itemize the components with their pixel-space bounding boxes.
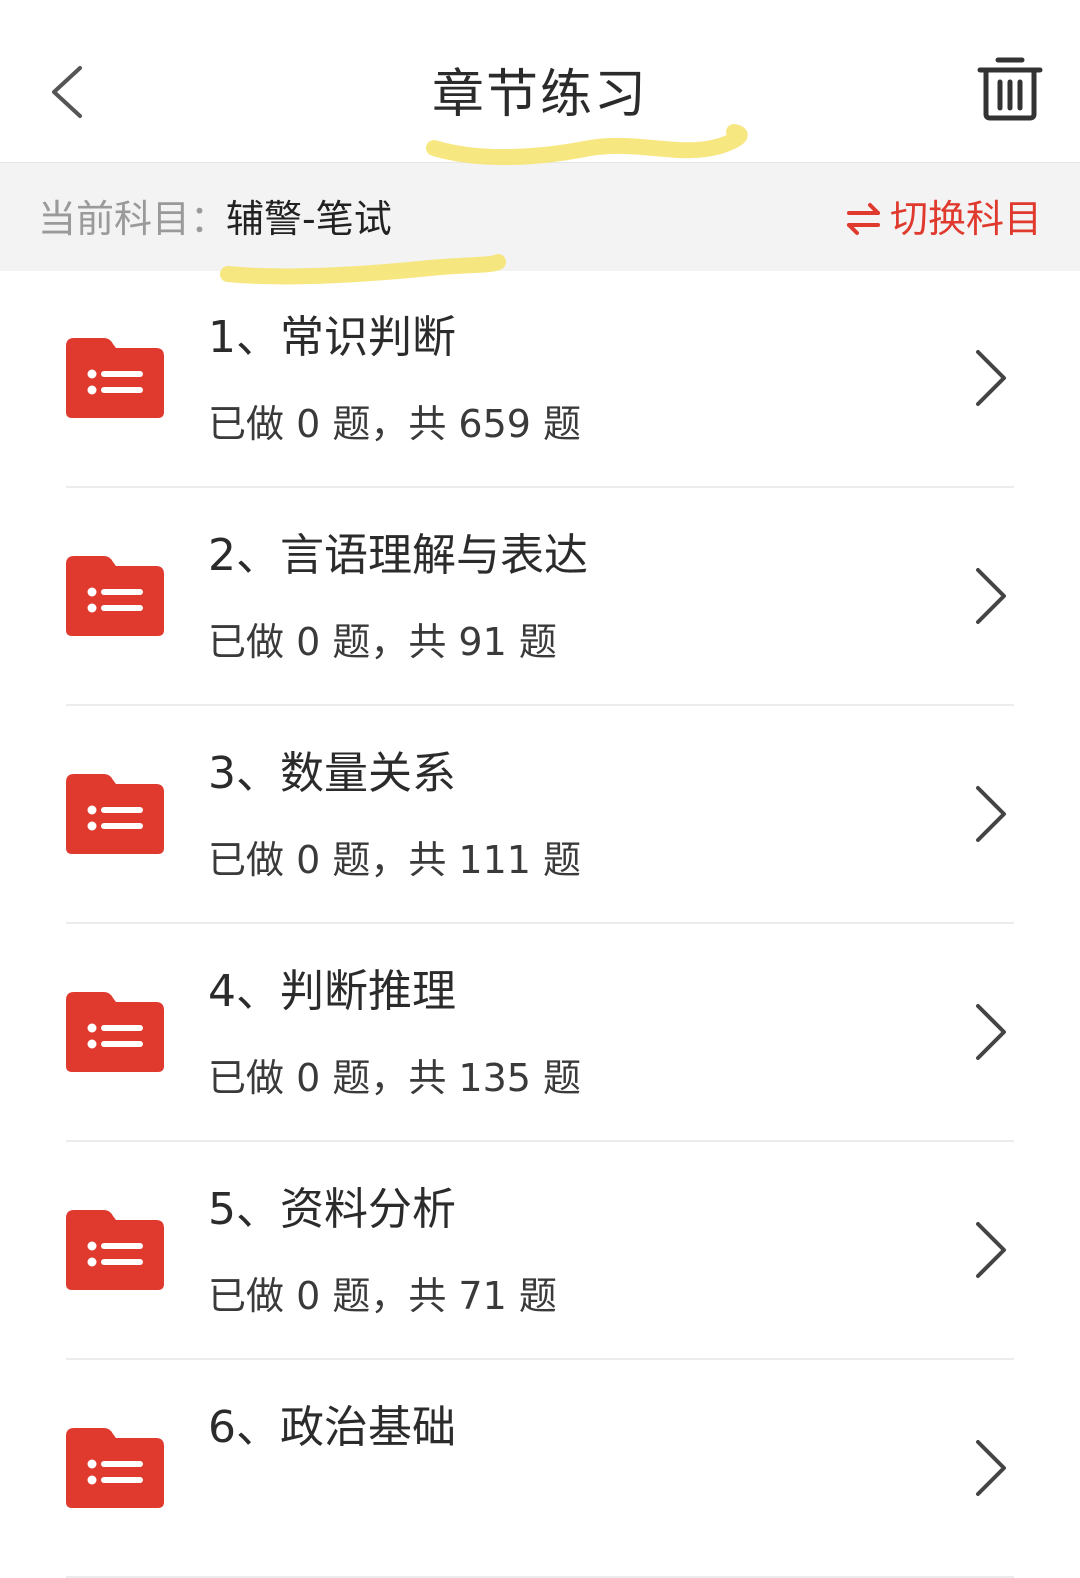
folder-list-icon — [66, 556, 164, 636]
page-title: 章节练习 — [431, 65, 648, 125]
chapter-title: 2、言语理解与表达 — [208, 530, 588, 581]
swap-arrows-icon — [846, 203, 880, 235]
folder-list-icon — [66, 338, 164, 418]
subject-bar: 当前科目： 辅警-笔试 切换科目 — [0, 162, 1080, 271]
chapter-progress: 已做 0 题，共 91 题 — [208, 620, 557, 664]
chapter-title: 1、常识判断 — [208, 312, 456, 363]
chapter-title: 4、判断推理 — [208, 966, 456, 1017]
chapter-progress: 已做 0 题，共 135 题 — [208, 1056, 582, 1100]
chevron-right-icon — [976, 786, 1006, 842]
top-app-bar: 章节练习 — [0, 0, 1080, 162]
trash-icon — [977, 57, 1043, 121]
chevron-right-icon — [976, 350, 1006, 406]
chevron-right-icon — [976, 568, 1006, 624]
chapter-item[interactable]: 3、数量关系 已做 0 题，共 111 题 — [0, 706, 1080, 924]
subject-label: 当前科目： — [38, 197, 229, 241]
chapter-progress: 已做 0 题，共 111 题 — [208, 838, 582, 882]
chapter-item[interactable]: 2、言语理解与表达 已做 0 题，共 91 题 — [0, 488, 1080, 706]
folder-list-icon — [66, 774, 164, 854]
chapter-title: 3、数量关系 — [208, 748, 456, 799]
chevron-right-icon — [976, 1004, 1006, 1060]
folder-list-icon — [66, 1428, 164, 1508]
chapter-item[interactable]: 5、资料分析 已做 0 题，共 71 题 — [0, 1142, 1080, 1360]
chevron-right-icon — [976, 1222, 1006, 1278]
chapter-progress: 已做 0 题，共 71 题 — [208, 1274, 557, 1318]
switch-subject-label: 切换科目 — [889, 197, 1042, 241]
chapter-progress: 已做 0 题，共 659 题 — [208, 402, 582, 446]
folder-list-icon — [66, 992, 164, 1072]
subject-value: 辅警-笔试 — [226, 197, 392, 241]
chapter-item[interactable]: 1、常识判断 已做 0 题，共 659 题 — [0, 270, 1080, 488]
delete-button[interactable] — [972, 52, 1048, 128]
chapter-item[interactable]: 6、政治基础 — [0, 1360, 1080, 1578]
chapter-title: 5、资料分析 — [208, 1184, 456, 1235]
chapter-item[interactable]: 4、判断推理 已做 0 题，共 135 题 — [0, 924, 1080, 1142]
folder-list-icon — [66, 1210, 164, 1290]
chevron-right-icon — [976, 1440, 1006, 1496]
chapter-title: 6、政治基础 — [208, 1402, 456, 1453]
switch-subject-button[interactable]: 切换科目 — [846, 193, 1042, 245]
chapter-list: 1、常识判断 已做 0 题，共 659 题 2、言语理解与表达 已做 0 题，共… — [0, 270, 1080, 1578]
